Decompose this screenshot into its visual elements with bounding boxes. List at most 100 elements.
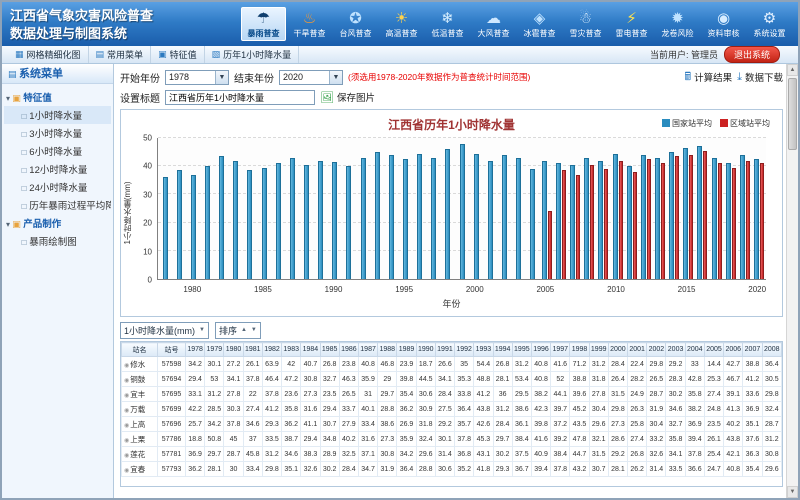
col-year-2003: 2003 <box>666 343 685 357</box>
calc-result-button[interactable]: 🖩 计算结果 <box>684 68 732 87</box>
toolbar-item-干旱普查[interactable]: ♨干旱普查 <box>287 9 332 39</box>
tree-item-历年暴雨过程平均降雨量[interactable]: ☐历年暴雨过程平均降雨量 <box>4 196 111 214</box>
col-year-2007: 2007 <box>743 343 762 357</box>
高温普查-icon: ☀ <box>395 9 408 28</box>
value-cell: 35.9 <box>358 372 377 387</box>
sort-control[interactable]: 排序 ▲ ▼ <box>215 322 261 339</box>
table-row-上栗[interactable]: ◉上栗5778618.850.8453733.538.729.434.840.2… <box>122 432 782 447</box>
bar-regional-2016 <box>703 151 707 279</box>
save-image-button[interactable]: 🖼 保存图片 <box>320 90 375 104</box>
value-cell: 38.6 <box>378 417 397 432</box>
value-cell: 53 <box>205 372 224 387</box>
table-row-上高[interactable]: ◉上高5769625.734.237.834.629.336.241.130.7… <box>122 417 782 432</box>
leaf-icon: ☐ <box>21 168 27 175</box>
col-year-1992: 1992 <box>455 343 474 357</box>
col-year-1982: 1982 <box>262 343 281 357</box>
tab-历年1小时降水量[interactable]: ▧历年1小时降水量 <box>205 46 300 63</box>
x-tick <box>695 285 708 294</box>
bar-regional-2014 <box>675 156 679 279</box>
table-row-宜春[interactable]: ◉宜春5779336.228.13033.429.835.132.630.228… <box>122 462 782 477</box>
col-year-1978: 1978 <box>186 343 205 357</box>
value-cell: 39.7 <box>551 402 570 417</box>
start-year-select[interactable]: 1978 ▼ <box>165 70 229 85</box>
value-cell: 25.7 <box>186 417 205 432</box>
bar-group-2016 <box>695 138 709 279</box>
toolbar-item-冰雹普查[interactable]: ◈冰雹普查 <box>517 9 562 39</box>
tree-item-24小时降水量[interactable]: ☐24小时降水量 <box>4 178 111 196</box>
bar-national-2019 <box>740 155 745 279</box>
bar-national-2009 <box>598 161 603 279</box>
table-row-铜鼓[interactable]: ◉铜鼓5769429.45334.137.846.447.230.832.746… <box>122 372 782 387</box>
toolbar-item-低温普查[interactable]: ❄低温普查 <box>425 9 470 39</box>
scrollbar-thumb[interactable] <box>788 78 797 150</box>
value-cell: 25.4 <box>704 447 723 462</box>
x-tick <box>413 285 426 294</box>
x-tick <box>581 285 594 294</box>
value-cell: 29.5 <box>512 387 531 402</box>
col-year-1989: 1989 <box>397 343 416 357</box>
vertical-scrollbar[interactable]: ▲ ▼ <box>786 64 798 498</box>
scroll-down-icon[interactable]: ▼ <box>787 486 798 498</box>
value-cell: 39.8 <box>531 417 550 432</box>
measure-select[interactable]: 1小时降水量(mm) ▼ <box>120 322 209 339</box>
toolbar-item-暴雨普查[interactable]: ☂暴雨普查 <box>241 7 286 41</box>
toolbar-item-大风普查[interactable]: ☁大风普查 <box>471 9 516 39</box>
x-tick <box>625 285 638 294</box>
value-cell: 29.2 <box>435 417 454 432</box>
toolbar-item-雪灾普查[interactable]: ☃雪灾普查 <box>563 9 608 39</box>
value-cell: 23.8 <box>339 357 358 372</box>
tree-item-6小时降水量[interactable]: ☐6小时降水量 <box>4 142 111 160</box>
value-cell: 31.9 <box>378 462 397 477</box>
table-row-宜丰[interactable]: ◉宜丰5769533.131.227.82237.823.627.323.526… <box>122 387 782 402</box>
table-row-莲花[interactable]: ◉莲花5778136.929.728.745.831.234.638.328.9… <box>122 447 782 462</box>
tree-group-产品制作[interactable]: ▾ ▣ 产品制作 <box>4 214 111 232</box>
station-icon: ◉ <box>124 468 129 474</box>
data-download-button[interactable]: ⤓ 数据下载 <box>737 70 783 84</box>
toolbar-item-龙卷风险[interactable]: ✹龙卷风险 <box>655 9 700 39</box>
toolbar-item-资料审核[interactable]: ◉资料审核 <box>701 9 746 39</box>
toolbar-item-台风普查[interactable]: ✪台风普查 <box>333 9 378 39</box>
scroll-up-icon[interactable]: ▲ <box>787 64 798 76</box>
tab-常用菜单[interactable]: ▤常用菜单 <box>89 46 152 63</box>
bar-national-1986 <box>276 163 281 279</box>
tab-网格精细化图[interactable]: ▦网格精细化图 <box>8 46 89 63</box>
tree-item-1小时降水量[interactable]: ☐1小时降水量 <box>4 106 111 124</box>
tree-item-暴雨绘制图[interactable]: ☐暴雨绘制图 <box>4 232 111 250</box>
toolbar-item-雷电普查[interactable]: ⚡雷电普查 <box>609 9 654 39</box>
x-tick <box>439 285 452 294</box>
value-cell: 29.2 <box>666 357 685 372</box>
x-tick <box>510 285 523 294</box>
bar-national-2001 <box>488 161 493 279</box>
value-cell: 33.4 <box>358 417 377 432</box>
value-cell: 34.2 <box>186 357 205 372</box>
station-id: 57694 <box>158 372 186 387</box>
sidebar-tree: ▾ ▣ 特征值☐1小时降水量☐3小时降水量☐6小时降水量☐12小时降水量☐24小… <box>2 84 113 254</box>
sort-desc-icon: ▼ <box>251 327 257 333</box>
value-cell: 31.2 <box>589 357 608 372</box>
value-cell: 26.5 <box>339 387 358 402</box>
x-tick <box>594 285 607 294</box>
value-cell: 29.8 <box>762 387 781 402</box>
logout-button[interactable]: 退出系统 <box>724 46 780 63</box>
chart-title-input[interactable] <box>165 90 315 105</box>
chevron-down-icon: ▼ <box>329 71 342 84</box>
bar-group-2001 <box>483 138 497 279</box>
bar-national-2018 <box>726 163 731 279</box>
tree-item-12小时降水量[interactable]: ☐12小时降水量 <box>4 160 111 178</box>
toolbar-item-高温普查[interactable]: ☀高温普查 <box>379 9 424 39</box>
tree-group-特征值[interactable]: ▾ ▣ 特征值 <box>4 88 111 106</box>
tab-特征值[interactable]: ▣特征值 <box>151 46 205 63</box>
end-year-select[interactable]: 2020 ▼ <box>279 70 343 85</box>
toolbar-item-系统设置[interactable]: ⚙系统设置 <box>747 9 792 39</box>
col-year-1991: 1991 <box>435 343 454 357</box>
value-cell: 52 <box>551 372 570 387</box>
value-cell: 42.1 <box>724 447 743 462</box>
value-cell: 30 <box>224 462 243 477</box>
value-cell: 29.4 <box>186 372 205 387</box>
value-cell: 31.9 <box>647 402 666 417</box>
tree-item-3小时降水量[interactable]: ☐3小时降水量 <box>4 124 111 142</box>
value-cell: 33.6 <box>743 387 762 402</box>
station-name: ◉宜丰 <box>122 387 158 402</box>
table-row-万载[interactable]: ◉万载5769942.228.530.327.441.235.831.629.4… <box>122 402 782 417</box>
table-row-修水[interactable]: ◉修水5759834.230.127.226.163.94240.726.823… <box>122 357 782 372</box>
